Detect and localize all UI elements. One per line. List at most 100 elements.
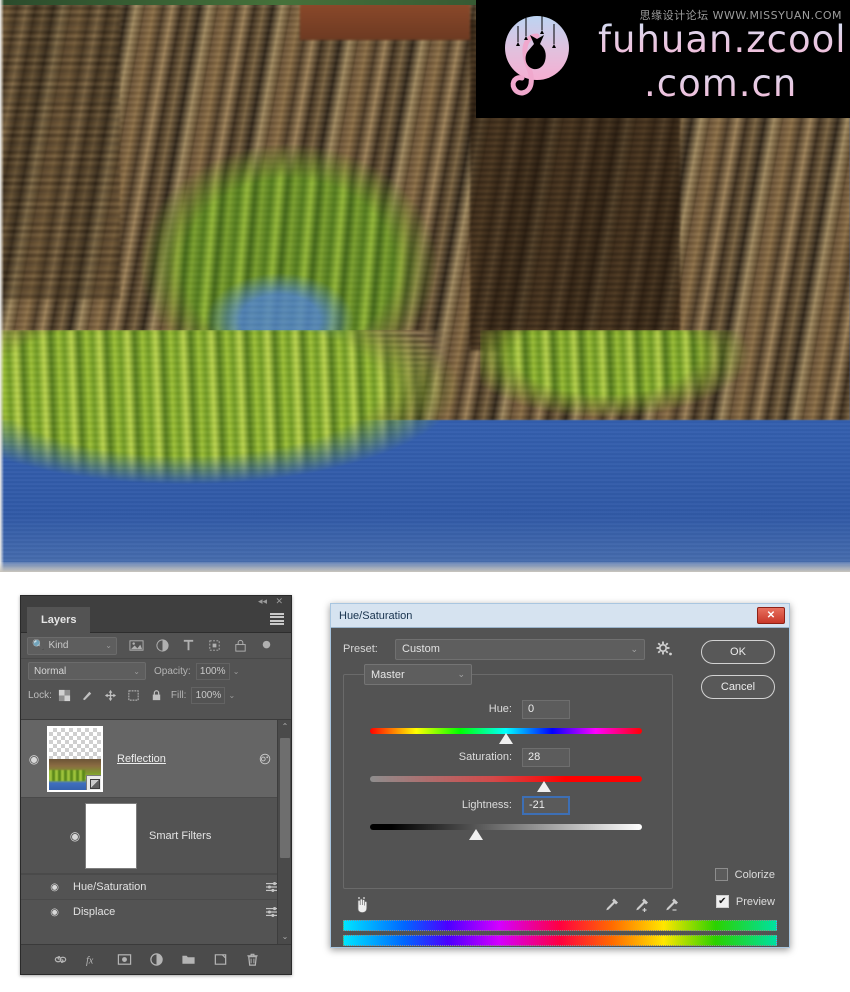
smart-filter-displace[interactable]: ◉ Displace [21, 899, 291, 924]
new-layer-icon[interactable] [213, 952, 228, 967]
panel-menu-icon[interactable] [270, 613, 284, 625]
layer-list[interactable]: ◉ Reflection ⌃ ◉ Smart [21, 719, 291, 944]
lock-artboard-icon[interactable] [127, 689, 140, 702]
collapse-panel-icon[interactable]: ◂◂ [258, 596, 267, 607]
chevron-down-icon[interactable]: ⌄ [133, 667, 140, 676]
hue-slider-track[interactable] [370, 728, 642, 744]
displace-visibility-eye-icon[interactable]: ◉ [21, 907, 65, 918]
colorize-checkbox-row[interactable]: Colorize [714, 868, 775, 881]
original-color-spectrum-bar [343, 920, 777, 931]
watermark-site-line2: .com.cn [644, 62, 798, 105]
tab-layers[interactable]: Layers [27, 607, 91, 633]
layer-list-scrollbar[interactable]: ⌃ ⌄ [277, 720, 291, 944]
filter-kind-select[interactable]: 🔍 Kind ⌄ [27, 636, 117, 655]
smart-filters-label: Smart Filters [149, 829, 212, 842]
lock-image-icon[interactable] [81, 689, 94, 702]
dialog-title-bar[interactable]: Hue/Saturation ✕ [331, 604, 789, 628]
lightness-slider-track[interactable] [370, 824, 642, 840]
blend-mode-value: Normal [34, 665, 67, 677]
svg-text:fx: fx [85, 955, 93, 966]
on-image-adjust-hand-icon[interactable] [353, 896, 371, 914]
smart-filter-hue-saturation[interactable]: ◉ Hue/Saturation [21, 874, 291, 899]
layer-visibility-eye-icon[interactable]: ◉ [21, 752, 47, 766]
lightness-value-input[interactable]: -21 [522, 795, 570, 815]
cat-moon-logo-icon [505, 16, 569, 96]
layers-panel[interactable]: ◂◂ ✕ Layers 🔍 Kind ⌄ Normal ⌄ Opacity: 1… [20, 595, 292, 975]
preview-checkbox[interactable]: ✔ [715, 895, 729, 908]
displace-filter-label: Displace [73, 906, 116, 918]
lock-icons-group [58, 689, 163, 702]
chevron-down-icon[interactable]: ⌄ [105, 641, 112, 650]
layer-filter-row: 🔍 Kind ⌄ [21, 633, 291, 659]
smart-filters-visibility-eye-icon[interactable]: ◉ [65, 829, 85, 843]
canvas-left-edge [0, 0, 4, 572]
scroll-up-icon[interactable]: ⌃ [278, 720, 291, 734]
new-group-icon[interactable] [181, 952, 196, 967]
chevron-down-icon[interactable]: ⌄ [630, 644, 638, 655]
chevron-down-icon[interactable]: ⌄ [457, 669, 465, 680]
lock-label: Lock: [28, 689, 52, 701]
fill-chevron-down-icon[interactable]: ⌄ [228, 691, 235, 700]
layer-thumbnail[interactable] [47, 725, 103, 792]
pixel-layer-filter-icon[interactable] [129, 638, 144, 653]
lock-row: Lock: Fill: 100% ⌄ [21, 683, 291, 707]
layer-row-smart-filters[interactable]: ◉ Smart Filters [21, 798, 291, 874]
opacity-chevron-down-icon[interactable]: ⌄ [233, 667, 240, 676]
smart-object-badge-icon [86, 774, 101, 790]
eyedropper-subtract-icon[interactable] [663, 896, 681, 914]
smart-filter-mask-thumbnail[interactable] [85, 802, 137, 869]
shape-layer-filter-icon[interactable] [207, 638, 222, 653]
channel-select[interactable]: Master ⌄ [364, 664, 472, 685]
fill-input[interactable]: 100% [191, 686, 226, 704]
filter-toggle-icon[interactable] [259, 638, 274, 653]
layer-row-reflection[interactable]: ◉ Reflection ⌃ [21, 720, 291, 798]
ok-button[interactable]: OK [701, 640, 775, 664]
preview-checkbox-row[interactable]: ✔ Preview [715, 895, 775, 908]
panel-tab-row: Layers [21, 607, 291, 633]
eyedropper-add-icon[interactable] [633, 896, 651, 914]
smart-object-filter-icon[interactable] [233, 638, 248, 653]
saturation-slider-thumb[interactable] [537, 781, 552, 792]
lock-position-icon[interactable] [104, 689, 117, 702]
smart-filter-icon[interactable] [258, 752, 272, 766]
saturation-value-input[interactable]: 28 [522, 747, 570, 767]
adjustment-group-box: Master ⌄ Hue: 0 Saturation: 28 Lightness… [343, 664, 673, 889]
link-layers-icon[interactable] [53, 952, 68, 967]
hue-value-input[interactable]: 0 [522, 699, 570, 719]
lock-transparency-icon[interactable] [58, 689, 71, 702]
dialog-title: Hue/Saturation [339, 609, 413, 622]
layer-name-reflection[interactable]: Reflection [103, 753, 258, 765]
hue-saturation-visibility-eye-icon[interactable]: ◉ [21, 882, 65, 893]
saturation-slider-track[interactable] [370, 776, 642, 792]
adjusted-color-spectrum-bar[interactable] [343, 935, 777, 946]
colorize-checkbox[interactable] [714, 868, 728, 881]
lightness-slider-thumb[interactable] [469, 829, 484, 840]
opacity-input[interactable]: 100% [195, 662, 230, 680]
add-layer-mask-icon[interactable] [117, 952, 132, 967]
add-layer-style-fx-icon[interactable]: fx [85, 952, 100, 967]
scroll-down-icon[interactable]: ⌄ [278, 930, 291, 944]
scrollbar-thumb[interactable] [280, 738, 290, 858]
preset-select[interactable]: Custom ⌄ [395, 638, 645, 660]
canvas-bottom-edge [0, 562, 850, 572]
saturation-label: Saturation: [458, 751, 512, 763]
dialog-close-button[interactable]: ✕ [757, 607, 785, 624]
preset-options-gear-icon[interactable] [655, 640, 673, 658]
lightness-slider-block: Lightness: -21 [344, 795, 672, 840]
delete-layer-icon[interactable] [245, 952, 260, 967]
cancel-button[interactable]: Cancel [701, 675, 775, 699]
hue-saturation-dialog[interactable]: Hue/Saturation ✕ Preset: Custom ⌄ OK Can… [330, 603, 790, 948]
new-adjustment-layer-icon[interactable] [149, 952, 164, 967]
close-panel-icon[interactable]: ✕ [275, 596, 283, 607]
eyedropper-group [603, 896, 681, 914]
hue-label: Hue: [488, 703, 512, 715]
type-layer-filter-icon[interactable] [181, 638, 196, 653]
adjustment-layer-filter-icon[interactable] [155, 638, 170, 653]
lock-all-icon[interactable] [150, 689, 163, 702]
eyedropper-icon[interactable] [603, 896, 621, 914]
canopy-reflection-left [0, 330, 520, 530]
blend-mode-select[interactable]: Normal ⌄ [28, 662, 146, 680]
hue-slider-thumb[interactable] [499, 733, 513, 744]
hue-slider-block: Hue: 0 [344, 699, 672, 744]
thumbnail-foliage [49, 769, 86, 781]
